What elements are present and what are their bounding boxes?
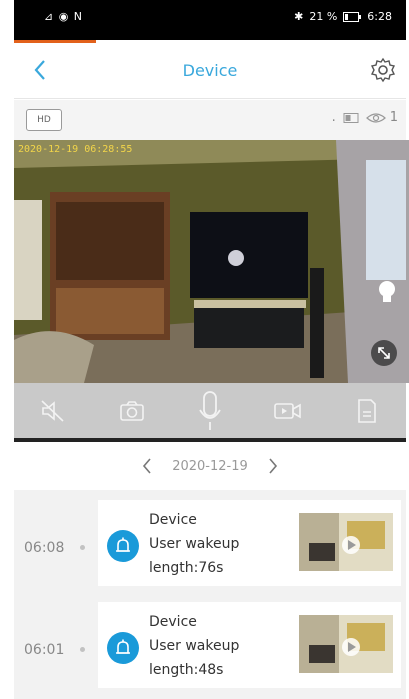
timeline-dot [80, 545, 85, 550]
microphone-icon [199, 390, 221, 430]
live-video[interactable]: 2020-12-19 06:28:55 [14, 140, 409, 383]
quality-bar: HD . 1 [14, 100, 406, 140]
event-type: User wakeup [149, 638, 240, 654]
lightbulb-icon [379, 281, 395, 302]
event-time: 06:08 [24, 540, 65, 556]
current-date[interactable]: 2020-12-19 [172, 459, 248, 474]
date-navigator: 2020-12-19 [14, 442, 406, 490]
app-header: Device [14, 43, 406, 99]
hd-button[interactable]: HD [26, 109, 62, 131]
alarm-bell-icon [107, 632, 139, 664]
camera-scene [14, 140, 409, 383]
timeline-dot [80, 647, 85, 652]
event-type: User wakeup [149, 536, 240, 552]
alarm-bell-icon [107, 530, 139, 562]
event-card[interactable]: Device User wakeup length:48s [98, 602, 401, 688]
page-title: Device [182, 61, 238, 80]
light-button[interactable] [377, 280, 397, 306]
quality-info: . 1 [332, 110, 398, 125]
video-timestamp: 2020-12-19 06:28:55 [18, 144, 133, 155]
event-device: Device [149, 614, 197, 630]
snapshot-button[interactable] [115, 394, 149, 428]
storage-icon [343, 112, 359, 123]
expand-icon [378, 347, 390, 359]
separator-dot: . [331, 110, 336, 125]
status-bar: ⊿ ◉ N ✱ 21 % 6:28 [14, 0, 406, 40]
event-thumbnail[interactable] [299, 513, 393, 571]
battery-icon [343, 11, 362, 22]
signal-wifi-icons: ⊿ ◉ N [44, 10, 84, 23]
video-record-icon [274, 402, 302, 419]
mute-button[interactable] [36, 394, 70, 428]
control-toolbar [14, 383, 406, 438]
thumbnail-image [299, 513, 393, 571]
event-card[interactable]: Device User wakeup length:76s [98, 500, 401, 586]
fullscreen-button[interactable] [371, 340, 397, 366]
bluetooth-icon: ✱ [294, 10, 304, 23]
viewer-count: 1 [389, 110, 398, 125]
camera-icon [119, 400, 144, 421]
event-length: length:76s [149, 560, 224, 576]
speaker-mute-icon [41, 399, 64, 422]
event-length: length:48s [149, 662, 224, 678]
chevron-right-icon [269, 458, 277, 474]
list-item[interactable]: 06:08 Device User wakeup length:76s [14, 500, 406, 586]
eye-icon [365, 112, 386, 123]
record-button[interactable] [271, 394, 305, 428]
event-thumbnail[interactable] [299, 615, 393, 673]
clock: 6:28 [367, 10, 392, 23]
sd-card-icon [357, 398, 376, 423]
status-right: ✱ 21 % 6:28 [294, 10, 392, 23]
settings-button[interactable] [370, 57, 396, 83]
event-device: Device [149, 512, 197, 528]
talk-button[interactable] [193, 390, 227, 430]
previous-day-button[interactable] [140, 457, 154, 475]
gear-icon [370, 57, 396, 83]
event-details: Device User wakeup length:48s [149, 610, 239, 682]
battery-percent: 21 % [309, 10, 338, 23]
next-day-button[interactable] [266, 457, 280, 475]
chevron-left-icon [143, 458, 151, 474]
event-time: 06:01 [24, 642, 65, 658]
event-list: 06:08 Device User wakeup length:76s 06:0… [14, 490, 406, 699]
sd-card-button[interactable] [350, 394, 384, 428]
list-item[interactable]: 06:01 Device User wakeup length:48s [14, 602, 406, 688]
thumbnail-image [299, 615, 393, 673]
event-details: Device User wakeup length:76s [149, 508, 239, 580]
